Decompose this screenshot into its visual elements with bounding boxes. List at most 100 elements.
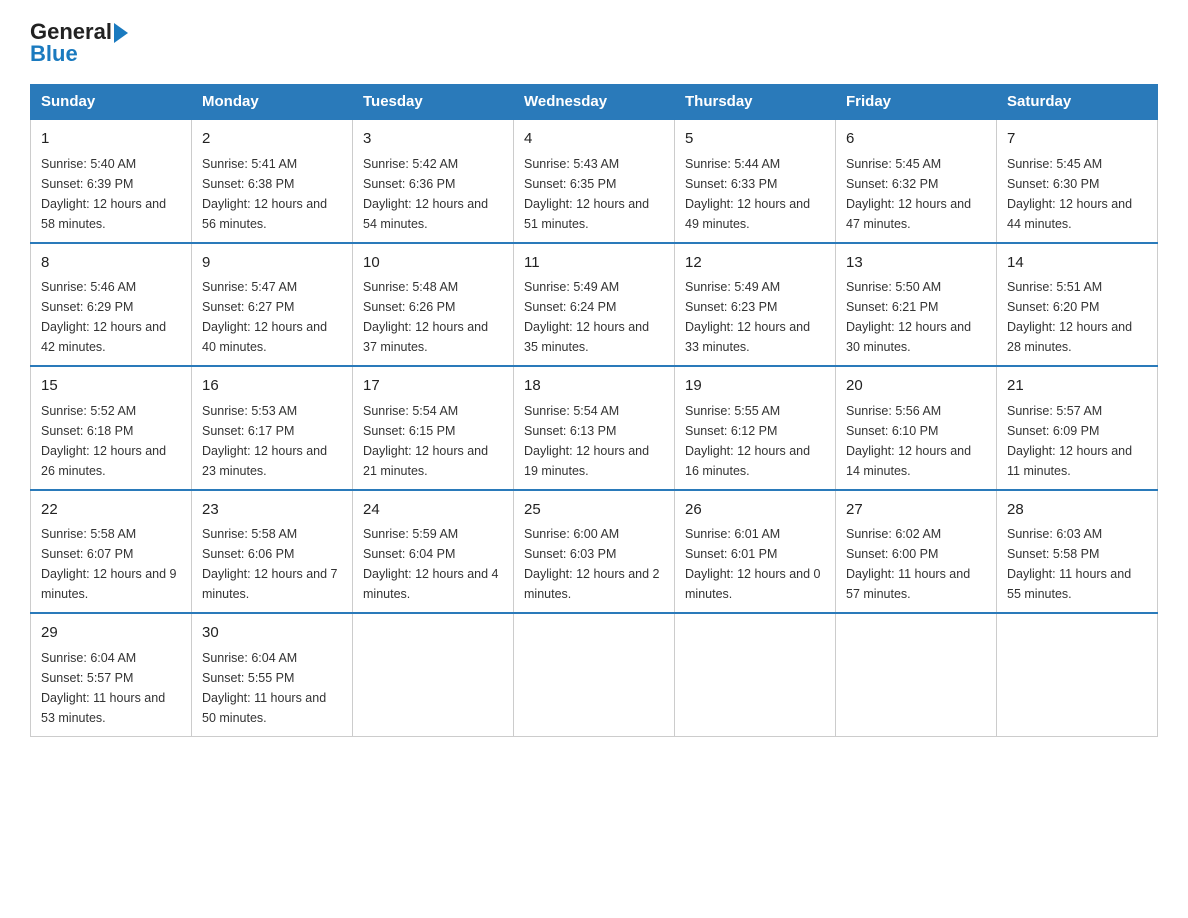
day-number: 12 (685, 252, 825, 275)
calendar-week-row: 15 Sunrise: 5:52 AMSunset: 6:18 PMDaylig… (31, 366, 1158, 490)
day-info: Sunrise: 5:52 AMSunset: 6:18 PMDaylight:… (41, 401, 181, 481)
calendar-week-row: 22 Sunrise: 5:58 AMSunset: 6:07 PMDaylig… (31, 490, 1158, 614)
calendar-cell: 20 Sunrise: 5:56 AMSunset: 6:10 PMDaylig… (836, 366, 997, 490)
calendar-cell: 27 Sunrise: 6:02 AMSunset: 6:00 PMDaylig… (836, 490, 997, 614)
day-number: 16 (202, 375, 342, 398)
day-info: Sunrise: 5:55 AMSunset: 6:12 PMDaylight:… (685, 401, 825, 481)
column-header-friday: Friday (836, 85, 997, 120)
calendar-week-row: 8 Sunrise: 5:46 AMSunset: 6:29 PMDayligh… (31, 243, 1158, 367)
day-info: Sunrise: 5:46 AMSunset: 6:29 PMDaylight:… (41, 277, 181, 357)
day-info: Sunrise: 5:41 AMSunset: 6:38 PMDaylight:… (202, 154, 342, 234)
column-header-monday: Monday (192, 85, 353, 120)
day-number: 25 (524, 499, 664, 522)
calendar-cell: 28 Sunrise: 6:03 AMSunset: 5:58 PMDaylig… (997, 490, 1158, 614)
day-info: Sunrise: 5:51 AMSunset: 6:20 PMDaylight:… (1007, 277, 1147, 357)
day-number: 8 (41, 252, 181, 275)
day-info: Sunrise: 5:47 AMSunset: 6:27 PMDaylight:… (202, 277, 342, 357)
day-info: Sunrise: 5:58 AMSunset: 6:06 PMDaylight:… (202, 524, 342, 604)
day-number: 13 (846, 252, 986, 275)
calendar-cell: 22 Sunrise: 5:58 AMSunset: 6:07 PMDaylig… (31, 490, 192, 614)
day-info: Sunrise: 6:02 AMSunset: 6:00 PMDaylight:… (846, 524, 986, 604)
column-header-sunday: Sunday (31, 85, 192, 120)
day-info: Sunrise: 6:01 AMSunset: 6:01 PMDaylight:… (685, 524, 825, 604)
column-header-thursday: Thursday (675, 85, 836, 120)
calendar-cell: 17 Sunrise: 5:54 AMSunset: 6:15 PMDaylig… (353, 366, 514, 490)
calendar-week-row: 1 Sunrise: 5:40 AMSunset: 6:39 PMDayligh… (31, 119, 1158, 243)
calendar-cell: 21 Sunrise: 5:57 AMSunset: 6:09 PMDaylig… (997, 366, 1158, 490)
calendar-cell: 4 Sunrise: 5:43 AMSunset: 6:35 PMDayligh… (514, 119, 675, 243)
calendar-cell: 1 Sunrise: 5:40 AMSunset: 6:39 PMDayligh… (31, 119, 192, 243)
calendar-cell: 18 Sunrise: 5:54 AMSunset: 6:13 PMDaylig… (514, 366, 675, 490)
logo: General Blue (30, 20, 128, 66)
day-number: 4 (524, 128, 664, 151)
day-number: 18 (524, 375, 664, 398)
calendar-cell: 19 Sunrise: 5:55 AMSunset: 6:12 PMDaylig… (675, 366, 836, 490)
calendar-cell: 12 Sunrise: 5:49 AMSunset: 6:23 PMDaylig… (675, 243, 836, 367)
day-number: 29 (41, 622, 181, 645)
logo-blue-text: Blue (30, 41, 78, 66)
day-info: Sunrise: 6:00 AMSunset: 6:03 PMDaylight:… (524, 524, 664, 604)
day-info: Sunrise: 5:50 AMSunset: 6:21 PMDaylight:… (846, 277, 986, 357)
column-header-tuesday: Tuesday (353, 85, 514, 120)
day-info: Sunrise: 5:49 AMSunset: 6:23 PMDaylight:… (685, 277, 825, 357)
calendar-cell: 24 Sunrise: 5:59 AMSunset: 6:04 PMDaylig… (353, 490, 514, 614)
calendar-cell: 6 Sunrise: 5:45 AMSunset: 6:32 PMDayligh… (836, 119, 997, 243)
calendar-header-row: SundayMondayTuesdayWednesdayThursdayFrid… (31, 85, 1158, 120)
calendar-cell: 26 Sunrise: 6:01 AMSunset: 6:01 PMDaylig… (675, 490, 836, 614)
day-number: 10 (363, 252, 503, 275)
calendar-cell: 7 Sunrise: 5:45 AMSunset: 6:30 PMDayligh… (997, 119, 1158, 243)
day-number: 1 (41, 128, 181, 151)
day-info: Sunrise: 5:42 AMSunset: 6:36 PMDaylight:… (363, 154, 503, 234)
day-info: Sunrise: 6:03 AMSunset: 5:58 PMDaylight:… (1007, 524, 1147, 604)
day-info: Sunrise: 6:04 AMSunset: 5:55 PMDaylight:… (202, 648, 342, 728)
day-number: 30 (202, 622, 342, 645)
calendar-cell: 2 Sunrise: 5:41 AMSunset: 6:38 PMDayligh… (192, 119, 353, 243)
column-header-wednesday: Wednesday (514, 85, 675, 120)
day-info: Sunrise: 5:45 AMSunset: 6:30 PMDaylight:… (1007, 154, 1147, 234)
calendar-cell: 30 Sunrise: 6:04 AMSunset: 5:55 PMDaylig… (192, 613, 353, 736)
calendar-cell: 15 Sunrise: 5:52 AMSunset: 6:18 PMDaylig… (31, 366, 192, 490)
calendar-cell: 16 Sunrise: 5:53 AMSunset: 6:17 PMDaylig… (192, 366, 353, 490)
calendar-cell (514, 613, 675, 736)
day-number: 23 (202, 499, 342, 522)
day-info: Sunrise: 5:43 AMSunset: 6:35 PMDaylight:… (524, 154, 664, 234)
calendar-cell (997, 613, 1158, 736)
calendar-cell: 23 Sunrise: 5:58 AMSunset: 6:06 PMDaylig… (192, 490, 353, 614)
calendar-cell (836, 613, 997, 736)
calendar-cell: 25 Sunrise: 6:00 AMSunset: 6:03 PMDaylig… (514, 490, 675, 614)
page-header: General Blue (30, 20, 1158, 66)
day-info: Sunrise: 6:04 AMSunset: 5:57 PMDaylight:… (41, 648, 181, 728)
calendar-cell: 3 Sunrise: 5:42 AMSunset: 6:36 PMDayligh… (353, 119, 514, 243)
calendar-cell: 8 Sunrise: 5:46 AMSunset: 6:29 PMDayligh… (31, 243, 192, 367)
day-info: Sunrise: 5:56 AMSunset: 6:10 PMDaylight:… (846, 401, 986, 481)
calendar-cell: 14 Sunrise: 5:51 AMSunset: 6:20 PMDaylig… (997, 243, 1158, 367)
day-number: 3 (363, 128, 503, 151)
day-number: 19 (685, 375, 825, 398)
calendar-table: SundayMondayTuesdayWednesdayThursdayFrid… (30, 84, 1158, 737)
day-number: 24 (363, 499, 503, 522)
day-info: Sunrise: 5:49 AMSunset: 6:24 PMDaylight:… (524, 277, 664, 357)
day-number: 15 (41, 375, 181, 398)
calendar-cell: 9 Sunrise: 5:47 AMSunset: 6:27 PMDayligh… (192, 243, 353, 367)
calendar-cell (353, 613, 514, 736)
logo-arrow-icon (114, 23, 128, 43)
day-number: 6 (846, 128, 986, 151)
day-info: Sunrise: 5:53 AMSunset: 6:17 PMDaylight:… (202, 401, 342, 481)
calendar-week-row: 29 Sunrise: 6:04 AMSunset: 5:57 PMDaylig… (31, 613, 1158, 736)
day-number: 28 (1007, 499, 1147, 522)
calendar-cell (675, 613, 836, 736)
day-info: Sunrise: 5:44 AMSunset: 6:33 PMDaylight:… (685, 154, 825, 234)
day-number: 17 (363, 375, 503, 398)
day-number: 21 (1007, 375, 1147, 398)
day-info: Sunrise: 5:54 AMSunset: 6:13 PMDaylight:… (524, 401, 664, 481)
day-info: Sunrise: 5:54 AMSunset: 6:15 PMDaylight:… (363, 401, 503, 481)
calendar-cell: 10 Sunrise: 5:48 AMSunset: 6:26 PMDaylig… (353, 243, 514, 367)
calendar-cell: 11 Sunrise: 5:49 AMSunset: 6:24 PMDaylig… (514, 243, 675, 367)
day-number: 22 (41, 499, 181, 522)
day-info: Sunrise: 5:58 AMSunset: 6:07 PMDaylight:… (41, 524, 181, 604)
calendar-cell: 5 Sunrise: 5:44 AMSunset: 6:33 PMDayligh… (675, 119, 836, 243)
day-number: 7 (1007, 128, 1147, 151)
day-info: Sunrise: 5:48 AMSunset: 6:26 PMDaylight:… (363, 277, 503, 357)
day-number: 11 (524, 252, 664, 275)
day-number: 5 (685, 128, 825, 151)
